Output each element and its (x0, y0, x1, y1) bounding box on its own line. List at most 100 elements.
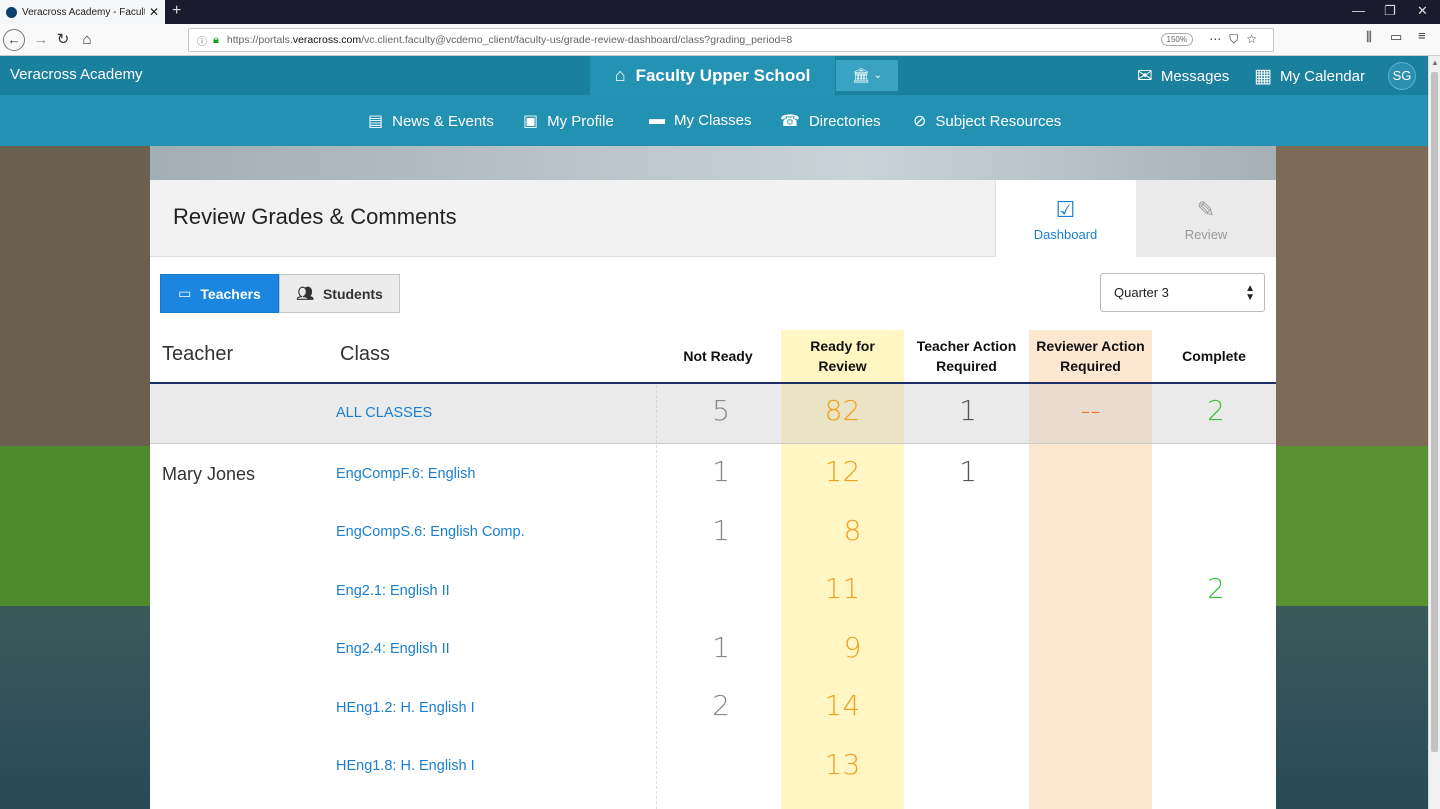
brand-name[interactable]: Veracross Academy (10, 66, 143, 83)
site: Veracross Academy ⌂ Faculty Upper School… (0, 56, 1428, 809)
calendar-link[interactable]: ▦ My Calendar (1254, 65, 1365, 88)
background-building-left (0, 146, 150, 446)
briefcase-icon: ▬ (649, 111, 665, 128)
pencil-icon: ✎ (1196, 197, 1216, 222)
row-not-ready[interactable]: 2 (658, 689, 784, 722)
columns-icon: 🏛︎ (851, 67, 870, 83)
sidebar-icon[interactable]: ▭ (1390, 29, 1402, 45)
menu-label: Directories (808, 112, 881, 130)
menu-my-classes[interactable]: ▬ My Classes (649, 111, 752, 129)
row-not-ready[interactable]: 1 (658, 631, 784, 664)
row-complete[interactable]: 2 (1152, 572, 1280, 605)
header-teacher-action-line2: Required (936, 358, 997, 374)
panel-header: Review Grades & Comments (150, 180, 995, 257)
messages-link[interactable]: ✉ Messages (1137, 65, 1229, 88)
menu-icon[interactable]: ≡ (1418, 28, 1426, 43)
row-not-ready[interactable]: 1 (658, 455, 784, 488)
menu-label: News & Events (392, 112, 494, 130)
header-not-ready: Not Ready (683, 348, 753, 364)
menu-my-profile[interactable]: ▣ My Profile (523, 111, 614, 131)
portal-switcher[interactable]: 🏛︎ ⌄ (836, 60, 898, 91)
row-ready[interactable]: 9 (791, 631, 914, 664)
teachers-toggle-button[interactable]: ▭ Teachers (160, 274, 279, 313)
menu-subject-resources[interactable]: ⊘ Subject Resources (913, 111, 1061, 131)
messages-label: Messages (1160, 68, 1230, 85)
row-ready[interactable]: 11 (781, 572, 904, 605)
menu-directories[interactable]: ☎ Directories (780, 111, 881, 131)
site-header: Veracross Academy ⌂ Faculty Upper School… (0, 56, 1428, 95)
calendar-icon: ▦ (1254, 66, 1272, 87)
all-not-ready[interactable]: 5 (658, 394, 784, 427)
row-ready[interactable]: 14 (781, 689, 904, 722)
paperclip-icon: ⊘ (913, 113, 927, 130)
class-link[interactable]: Eng2.4: English II (336, 641, 450, 657)
favicon-icon (6, 6, 17, 18)
envelope-icon: ✉ (1137, 66, 1153, 87)
profile-icon: ▣ (523, 113, 539, 130)
class-link[interactable]: EngCompF.6: English (336, 466, 475, 482)
class-link[interactable]: Eng2.1: English II (336, 583, 450, 599)
chalkboard-icon: ▭ (178, 285, 192, 301)
row-not-ready[interactable]: 1 (658, 514, 784, 547)
column-divider (656, 385, 657, 809)
info-icon[interactable]: ⓘ (197, 33, 207, 48)
home-icon: ⌂ (614, 65, 626, 85)
url-prefix: https://portals. (226, 34, 293, 46)
review-panel: Review Grades & Comments ☑ Dashboard ✎ R… (150, 180, 1276, 809)
url-bar[interactable]: ⓘ 🔒︎ https://portals. veracross.com/vc.cl… (188, 28, 1274, 52)
all-classes-link[interactable]: ALL CLASSES (336, 405, 432, 421)
phone-icon: ☎ (780, 113, 800, 130)
row-ready[interactable]: 12 (781, 455, 904, 488)
all-teacher-action[interactable]: 1 (905, 394, 1031, 427)
zoom-level[interactable]: 150% (1160, 33, 1193, 46)
menu-news-events[interactable]: ▤ News & Events (368, 111, 494, 131)
new-tab-icon[interactable]: + (172, 2, 181, 20)
page-scrollbar[interactable]: ▲ (1428, 56, 1440, 809)
forward-icon[interactable]: → (30, 29, 52, 51)
close-window-icon[interactable]: ✕ (1417, 3, 1428, 19)
header-class: Class (340, 343, 391, 365)
page-title: Review Grades & Comments (173, 204, 457, 229)
row-teacher-action[interactable]: 1 (905, 455, 1031, 488)
grading-period-select[interactable]: Quarter 3 ▲ ▼ (1100, 273, 1265, 312)
restore-icon[interactable]: ❐ (1384, 3, 1396, 19)
page-actions-icon[interactable]: ⋯⛉☆ (1209, 32, 1265, 47)
class-link[interactable]: HEng1.2: H. English I (336, 700, 475, 716)
grading-period-value: Quarter 3 (1114, 285, 1169, 300)
header-reviewer-action-line2: Required (1060, 358, 1121, 374)
avatar[interactable]: SG (1388, 62, 1416, 90)
close-tab-icon[interactable]: ✕ (149, 5, 159, 19)
header-teacher-action-line1: Teacher Action (916, 338, 1017, 354)
menu-label: Subject Resources (935, 112, 1062, 130)
browser-nav-bar: ← → ↻ ⌂ ⓘ 🔒︎ https://portals. veracross.c… (0, 24, 1440, 56)
inbox-check-icon: ☑ (1055, 197, 1076, 222)
class-link[interactable]: EngCompS.6: English Comp. (336, 524, 525, 540)
background-lawn-right (1276, 446, 1428, 606)
teacher-name: Mary Jones (162, 464, 256, 484)
portal-home-button[interactable]: ⌂ Faculty Upper School (590, 56, 835, 95)
row-ready[interactable]: 8 (791, 514, 914, 547)
all-complete[interactable]: 2 (1152, 394, 1280, 427)
row-ready[interactable]: 13 (781, 748, 904, 781)
scroll-up-icon[interactable]: ▲ (1431, 58, 1439, 67)
reload-icon[interactable]: ↻ (52, 29, 74, 51)
all-ready[interactable]: 82 (781, 394, 904, 427)
tab-review[interactable]: ✎ Review (1136, 180, 1276, 257)
browser-tab-title: Veracross Academy - Faculty U (22, 6, 145, 18)
minimize-icon[interactable]: — (1352, 3, 1365, 18)
calendar-label: My Calendar (1279, 68, 1365, 85)
tab-dashboard[interactable]: ☑ Dashboard (995, 180, 1135, 257)
students-toggle-button[interactable]: 👥︎ Students (279, 274, 400, 313)
browser-tab[interactable]: Veracross Academy - Faculty U ✕ (0, 0, 165, 24)
class-link[interactable]: HEng1.8: H. English I (336, 758, 475, 774)
scrollbar-thumb[interactable] (1431, 72, 1438, 752)
library-icon[interactable]: ⫼ (1366, 29, 1372, 45)
all-reviewer-action: -- (1080, 394, 1101, 427)
home-icon[interactable]: ⌂ (76, 29, 98, 51)
main-menu: ▤ News & Events ▣ My Profile ▬ My Classes ☎… (0, 95, 1428, 146)
header-ready-line1: Ready for (810, 338, 875, 354)
browser-tab-bar: Veracross Academy - Faculty U ✕ + — ❐ ✕ (0, 0, 1440, 24)
newspaper-icon: ▤ (368, 113, 384, 130)
back-icon[interactable]: ← (3, 29, 25, 51)
users-icon: 👥︎ (296, 285, 314, 301)
